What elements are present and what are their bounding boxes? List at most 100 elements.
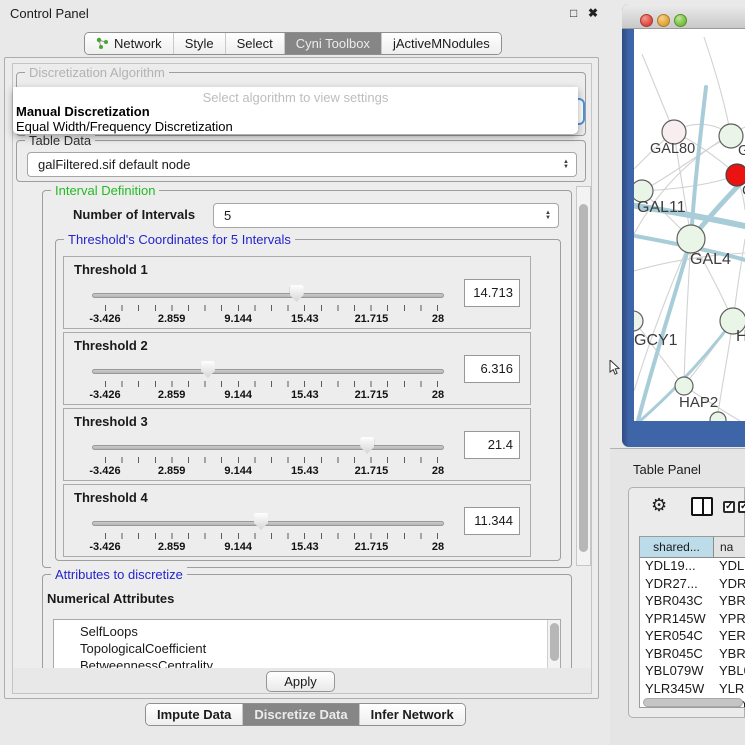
table-row[interactable]: YER054CYER0 (640, 628, 745, 646)
node-label: GCY1 (634, 332, 678, 349)
table-row[interactable]: YDL19...YDL1 (640, 558, 745, 576)
node-label: GAL11 (637, 199, 686, 216)
number-of-intervals-label: Number of Intervals (73, 207, 195, 222)
tick-label: 2.859 (158, 389, 186, 401)
checkbox-icon[interactable]: ✓ (738, 501, 745, 513)
tick-label: 15.43 (291, 541, 319, 553)
tick-label: 9.144 (224, 465, 252, 477)
table-row[interactable]: YLR345WYLR3 (640, 681, 745, 699)
tick-label: 28 (432, 389, 444, 401)
algorithm-option-manual[interactable]: Manual Discretization (16, 104, 150, 119)
threshold-1-slider-track[interactable] (92, 293, 444, 298)
attributes-group-title: Attributes to discretize (51, 567, 187, 582)
control-panel-title: Control Panel (10, 6, 89, 21)
tab-network[interactable]: Network (85, 33, 173, 54)
network-view-window[interactable]: GAL80 G C GAL11 GAL4 GCY1 H HAP2 (622, 4, 745, 447)
table-row[interactable]: YBR045CYBR0 (640, 646, 745, 664)
algorithm-popup: Select algorithm to view settings Manual… (13, 87, 578, 134)
list-scrollbar[interactable] (547, 620, 560, 668)
threshold-4-value-field[interactable]: 11.344 (464, 507, 520, 535)
node-label: GAL80 (650, 141, 695, 157)
interval-definition-group: Interval Definition Number of Intervals … (42, 190, 572, 568)
tick-label: 21.715 (355, 541, 389, 553)
column-header-name[interactable]: na (714, 537, 745, 557)
tick-label: -3.426 (89, 541, 120, 553)
tick-label: 21.715 (355, 389, 389, 401)
node-label: GAL4 (690, 251, 731, 268)
interval-definition-title: Interval Definition (51, 183, 159, 198)
tick-label: 2.859 (158, 465, 186, 477)
gear-icon[interactable]: ⚙ (651, 496, 667, 514)
control-panel-tabs: Network Style Select Cyni Toolbox jActiv… (84, 32, 502, 55)
list-scrollbar-thumb[interactable] (550, 623, 559, 661)
column-header-shared-name[interactable]: shared... (640, 537, 714, 557)
checkbox-icon[interactable]: ✓ (723, 501, 735, 513)
algorithm-option-equal-width[interactable]: Equal Width/Frequency Discretization (16, 119, 233, 134)
network-graph: GAL80 G C GAL11 GAL4 GCY1 H HAP2 (634, 29, 745, 421)
settings-scrollbar[interactable] (576, 186, 591, 566)
threshold-1-ticks (105, 305, 438, 311)
split-columns-icon[interactable] (691, 497, 713, 516)
tick-label: -3.426 (89, 313, 120, 325)
threshold-2-value-field[interactable]: 6.316 (464, 355, 520, 383)
threshold-4-panel: Threshold 4 -3.426 2.859 9.144 15.43 21.… (63, 484, 531, 557)
settings-scrollbar-thumb[interactable] (579, 204, 588, 552)
network-canvas[interactable]: GAL80 G C GAL11 GAL4 GCY1 H HAP2 (634, 29, 745, 421)
tab-jactivemnodules[interactable]: jActiveMNodules (381, 33, 501, 54)
table-row[interactable]: YPR145WYPR1 (640, 611, 745, 629)
threshold-2-slider-track[interactable] (92, 369, 444, 374)
tab-cyni-toolbox[interactable]: Cyni Toolbox (284, 33, 381, 54)
tab-infer-network[interactable]: Infer Network (359, 704, 465, 725)
tab-style[interactable]: Style (173, 33, 225, 54)
threshold-1-panel: Threshold 1 -3.426 2.859 9.144 15.43 21.… (63, 256, 531, 329)
table-row[interactable]: YBR043CYBR0 (640, 593, 745, 611)
tick-label: -3.426 (89, 465, 120, 477)
numerical-attributes-label: Numerical Attributes (47, 591, 174, 606)
close-icon[interactable]: ✖ (588, 6, 598, 20)
threshold-1-value-field[interactable]: 14.713 (464, 279, 520, 307)
screenshot-root: Control Panel □ ✖ Network Style Select C… (0, 0, 745, 745)
node-gal4[interactable] (677, 225, 705, 253)
tick-label: 15.43 (291, 389, 319, 401)
float-window-icon[interactable]: □ (570, 6, 577, 20)
list-item[interactable]: TopologicalCoefficient (54, 640, 560, 657)
threshold-3-slider-track[interactable] (92, 445, 444, 450)
tick-label: 15.43 (291, 313, 319, 325)
thresholds-group: Threshold's Coordinates for 5 Intervals … (55, 239, 561, 561)
threshold-4-label: Threshold 4 (74, 490, 148, 505)
table-row[interactable]: YBL079WYBL0 (640, 663, 745, 681)
threshold-2-slider-thumb[interactable] (201, 361, 215, 378)
tab-select[interactable]: Select (225, 33, 284, 54)
threshold-1-slider-thumb[interactable] (290, 285, 304, 302)
table-data-combobox[interactable]: galFiltered.sif default node ▲▼ (27, 152, 577, 177)
threshold-2-panel: Threshold 2 -3.426 2.859 9.144 15.43 21.… (63, 332, 531, 405)
network-window-titlebar[interactable] (622, 4, 745, 29)
table-panel-title: Table Panel (633, 462, 701, 477)
node-gcy1[interactable] (634, 311, 643, 331)
numerical-attributes-list: SelfLoops TopologicalCoefficient Between… (53, 619, 561, 669)
tick-label: 15.43 (291, 465, 319, 477)
table-row[interactable]: YDR27...YDR2 (640, 576, 745, 594)
algorithm-popup-hint: Select algorithm to view settings (13, 90, 578, 105)
close-traffic-light[interactable] (640, 14, 653, 27)
threshold-4-slider-thumb[interactable] (254, 513, 268, 530)
threshold-3-slider-thumb[interactable] (360, 437, 374, 454)
tab-impute-data[interactable]: Impute Data (146, 704, 242, 725)
apply-button[interactable]: Apply (266, 671, 335, 692)
discretization-algorithm-group-title: Discretization Algorithm (25, 65, 169, 80)
node-hap2[interactable] (675, 377, 693, 395)
tick-label: 2.859 (158, 541, 186, 553)
threshold-3-value-field[interactable]: 21.4 (464, 431, 520, 459)
zoom-traffic-light[interactable] (674, 14, 687, 27)
table-data-group: Table Data galFiltered.sif default node … (16, 140, 586, 182)
network-tab-icon (96, 37, 109, 50)
list-item[interactable]: SelfLoops (54, 620, 560, 640)
table-horizontal-scrollbar[interactable] (643, 698, 743, 707)
mouse-cursor (609, 360, 621, 376)
minimize-traffic-light[interactable] (657, 14, 670, 27)
tab-discretize-data[interactable]: Discretize Data (242, 704, 358, 725)
node-label: HAP2 (679, 394, 718, 411)
table-panel-window: ⚙ ✓ ✓ shared... na YDL19...YDL1 YDR27...… (628, 487, 745, 718)
number-of-intervals-combobox[interactable]: 5 ▲▼ (213, 203, 559, 228)
node-partial-bottom[interactable] (710, 412, 726, 421)
